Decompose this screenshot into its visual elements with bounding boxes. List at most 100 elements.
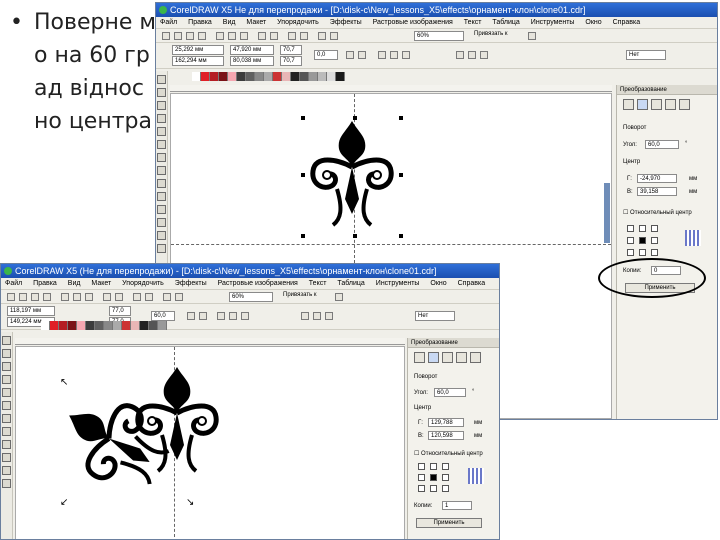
import-icon[interactable]: [133, 293, 141, 301]
center-x-input[interactable]: 129,788: [428, 418, 464, 427]
menu-text[interactable]: Текст: [464, 19, 482, 26]
x-position-field[interactable]: 118,197 мм: [7, 306, 55, 316]
selection-handle[interactable]: [399, 116, 403, 120]
angle-input[interactable]: 60,0: [434, 388, 466, 397]
import-icon[interactable]: [288, 32, 296, 40]
rectangle-tool-icon[interactable]: [157, 153, 166, 162]
trim-icon[interactable]: [313, 312, 321, 320]
crop-tool-icon[interactable]: [157, 101, 166, 110]
text-tool-icon[interactable]: [157, 205, 166, 214]
rotate-arrow-icon[interactable]: ↖: [60, 377, 68, 388]
application-launcher-icon[interactable]: [318, 32, 326, 40]
menu-bitmaps[interactable]: Растровые изображения: [218, 280, 298, 287]
mirror-horizontal-icon[interactable]: [346, 51, 354, 59]
freehand-tool-icon[interactable]: [2, 388, 11, 397]
menu-help[interactable]: Справка: [458, 280, 485, 287]
options-icon[interactable]: [528, 32, 536, 40]
application-launcher-icon[interactable]: [163, 293, 171, 301]
snap-to-label[interactable]: Привязать к: [474, 31, 508, 37]
anchor-point[interactable]: [639, 225, 646, 232]
front-color-palette[interactable]: [41, 321, 167, 330]
pick-tool-icon[interactable]: [2, 336, 11, 345]
anchor-point[interactable]: [418, 474, 425, 481]
mirror-vertical-icon[interactable]: [358, 51, 366, 59]
undo-icon[interactable]: [258, 32, 266, 40]
ungroup-icon[interactable]: [229, 312, 237, 320]
copy-icon[interactable]: [228, 32, 236, 40]
combine-icon[interactable]: [402, 51, 410, 59]
smart-fill-tool-icon[interactable]: [157, 140, 166, 149]
open-icon[interactable]: [174, 32, 182, 40]
polygon-tool-icon[interactable]: [157, 179, 166, 188]
polygon-tool-icon[interactable]: [2, 440, 11, 449]
smart-fill-tool-icon[interactable]: [2, 401, 11, 410]
save-icon[interactable]: [186, 32, 194, 40]
rotation-angle-field[interactable]: 60,0: [151, 311, 175, 321]
weld-icon[interactable]: [301, 312, 309, 320]
rotate-mode-icon[interactable]: [428, 352, 439, 363]
anchor-point[interactable]: [442, 485, 449, 492]
copies-input[interactable]: 1: [442, 501, 472, 510]
ungroup-icon[interactable]: [390, 51, 398, 59]
selection-handle[interactable]: [353, 234, 357, 238]
scale-width-field[interactable]: 77,0: [109, 306, 131, 316]
dimension-tool-icon[interactable]: [157, 231, 166, 240]
menu-window[interactable]: Окно: [430, 280, 446, 287]
combine-icon[interactable]: [241, 312, 249, 320]
scale-height-field[interactable]: 70,7: [280, 56, 302, 66]
new-doc-icon[interactable]: [7, 293, 15, 301]
anchor-point[interactable]: [639, 249, 646, 256]
x-position-field[interactable]: 25,292 мм: [172, 45, 224, 55]
anchor-point[interactable]: [651, 225, 658, 232]
anchor-point[interactable]: [430, 463, 437, 470]
ellipse-tool-icon[interactable]: [2, 427, 11, 436]
outline-width-select[interactable]: Нет: [415, 311, 455, 321]
menu-file[interactable]: Файл: [5, 280, 22, 287]
angle-input[interactable]: 60,0: [645, 140, 679, 149]
menu-tools[interactable]: Инструменты: [531, 19, 575, 26]
anchor-point[interactable]: [651, 237, 658, 244]
menu-table[interactable]: Таблица: [337, 280, 364, 287]
menu-text[interactable]: Текст: [309, 280, 327, 287]
weld-icon[interactable]: [456, 51, 464, 59]
ellipse-tool-icon[interactable]: [157, 166, 166, 175]
anchor-point[interactable]: [430, 485, 437, 492]
selection-handle[interactable]: [301, 116, 305, 120]
menu-arrange[interactable]: Упорядочить: [122, 280, 164, 287]
menu-view[interactable]: Вид: [68, 280, 81, 287]
anchor-point[interactable]: [627, 225, 634, 232]
table-tool-icon[interactable]: [157, 218, 166, 227]
menu-tools[interactable]: Инструменты: [376, 280, 420, 287]
anchor-point[interactable]: [639, 237, 646, 244]
connector-tool-icon[interactable]: [157, 244, 166, 253]
menu-arrange[interactable]: Упорядочить: [277, 19, 319, 26]
menu-window[interactable]: Окно: [585, 19, 601, 26]
print-icon[interactable]: [43, 293, 51, 301]
redo-icon[interactable]: [270, 32, 278, 40]
trim-icon[interactable]: [468, 51, 476, 59]
scale-width-field[interactable]: 70,7: [280, 45, 302, 55]
cut-icon[interactable]: [61, 293, 69, 301]
zoom-level-select[interactable]: 60%: [229, 292, 273, 302]
anchor-point[interactable]: [627, 249, 634, 256]
intersect-icon[interactable]: [325, 312, 333, 320]
selection-handle[interactable]: [301, 234, 305, 238]
shape-tool-icon[interactable]: [2, 349, 11, 358]
selection-handle[interactable]: [399, 234, 403, 238]
anchor-point[interactable]: [418, 463, 425, 470]
mirror-horizontal-icon[interactable]: [187, 312, 195, 320]
scale-mode-icon[interactable]: [651, 99, 662, 110]
center-y-input[interactable]: 120,598: [428, 431, 464, 440]
options-icon[interactable]: [335, 293, 343, 301]
snap-to-label[interactable]: Привязать к: [283, 292, 317, 298]
anchor-point[interactable]: [418, 485, 425, 492]
scale-mode-icon[interactable]: [442, 352, 453, 363]
zoom-level-select[interactable]: 60%: [414, 31, 464, 41]
table-tool-icon[interactable]: [2, 479, 11, 488]
print-icon[interactable]: [198, 32, 206, 40]
ornament-shape[interactable]: [307, 119, 397, 229]
shape-tool-icon[interactable]: [157, 88, 166, 97]
mirror-vertical-icon[interactable]: [199, 312, 207, 320]
intersect-icon[interactable]: [480, 51, 488, 59]
rotation-angle-field[interactable]: 0,0: [314, 50, 338, 60]
